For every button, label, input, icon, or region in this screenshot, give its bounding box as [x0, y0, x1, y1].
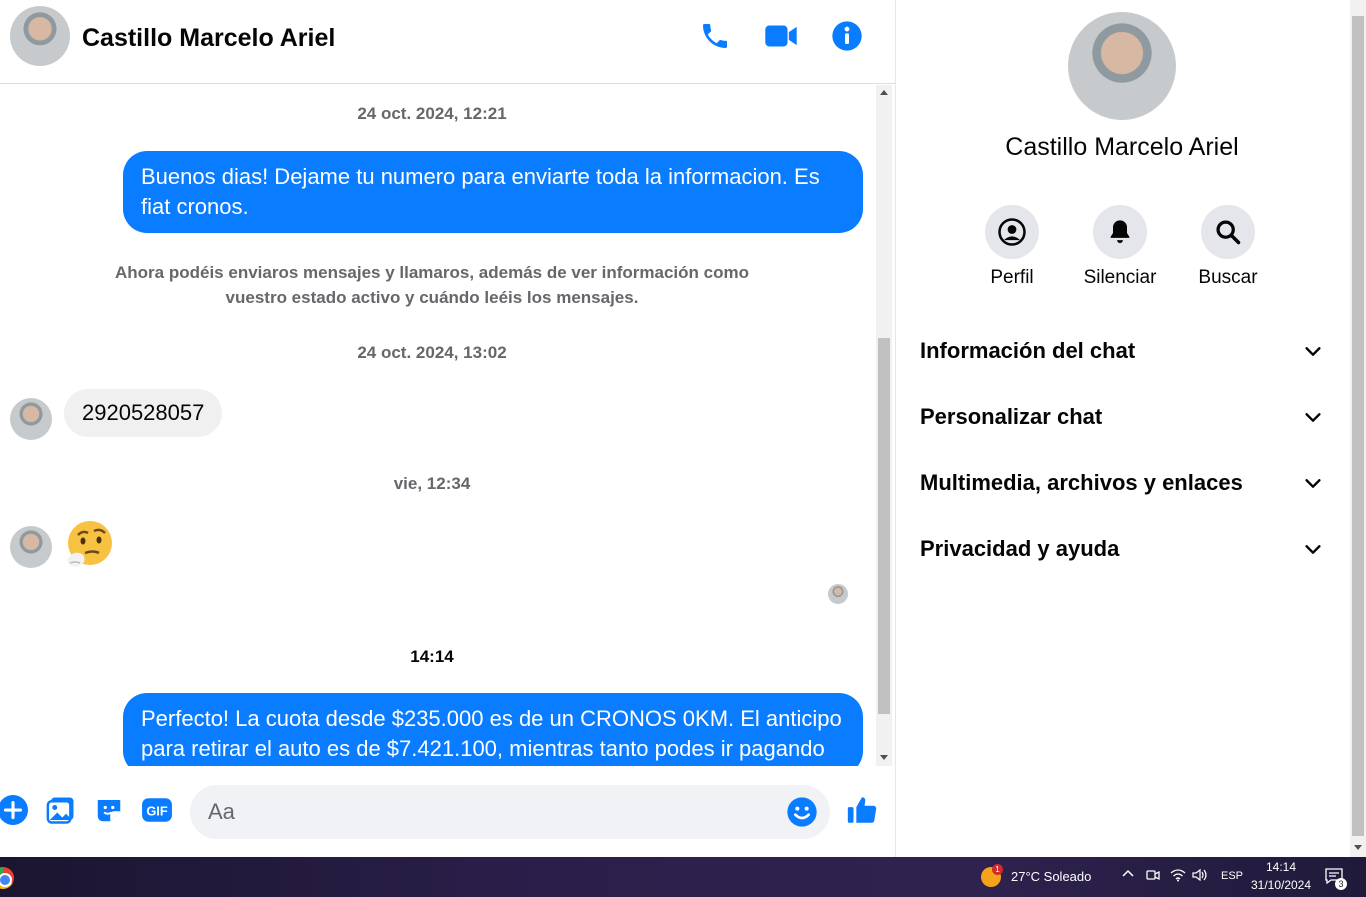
video-call-icon[interactable] — [763, 18, 799, 54]
section-chat-info[interactable]: Información del chat — [920, 329, 1324, 373]
chat-header: Castillo Marcelo Ariel — [0, 0, 895, 84]
bell-icon[interactable] — [1093, 205, 1147, 259]
outgoing-message[interactable]: Buenos dias! Dejame tu numero para envia… — [123, 151, 863, 233]
message-list[interactable]: 24 oct. 2024, 12:21 Buenos dias! Dejame … — [0, 85, 876, 766]
chevron-down-icon — [1305, 479, 1321, 488]
taskbar: 1 27°C Soleado ESP 14:14 31/10/2024 3 — [0, 857, 1366, 897]
seen-indicator-avatar — [828, 584, 848, 604]
mute-action[interactable]: Silenciar — [1075, 205, 1165, 289]
page-scrollbar[interactable] — [1350, 0, 1366, 857]
search-icon[interactable] — [1201, 205, 1255, 259]
meet-now-icon[interactable] — [1146, 868, 1160, 885]
gif-icon[interactable]: GIF — [141, 794, 173, 826]
sticker-icon[interactable] — [93, 794, 125, 826]
message-timestamp: 24 oct. 2024, 13:02 — [357, 343, 507, 362]
scroll-down-arrow[interactable] — [880, 755, 888, 760]
volume-icon[interactable] — [1192, 868, 1208, 885]
conversation-info-panel: Castillo Marcelo Ariel Perfil Silenciar … — [896, 0, 1350, 857]
messenger-window: Castillo Marcelo Ariel 24 oct. 2024, 12:… — [0, 0, 1366, 857]
sender-avatar[interactable] — [10, 526, 52, 568]
profile-avatar[interactable] — [1068, 12, 1176, 120]
section-label: Personalizar chat — [920, 404, 1103, 429]
section-label: Privacidad y ayuda — [920, 536, 1120, 561]
profile-name: Castillo Marcelo Ariel — [1005, 133, 1239, 161]
message-scrollbar[interactable] — [876, 85, 892, 766]
composer-bar: GIF — [0, 766, 895, 857]
chevron-down-icon — [1305, 413, 1321, 422]
section-privacy-help[interactable]: Privacidad y ayuda — [920, 527, 1324, 571]
language-indicator[interactable]: ESP — [1221, 870, 1243, 882]
contact-avatar[interactable] — [10, 6, 70, 66]
system-notice: Ahora podéis enviaros mensajes y llamaro… — [115, 263, 749, 307]
clock-date[interactable]: 31/10/2024 — [1250, 878, 1312, 892]
user-circle-icon[interactable] — [985, 205, 1039, 259]
chevron-up-icon[interactable] — [1121, 866, 1135, 883]
svg-text:GIF: GIF — [146, 803, 168, 818]
message-timestamp: 24 oct. 2024, 12:21 — [357, 104, 507, 123]
mute-action-label: Silenciar — [1083, 267, 1157, 288]
sender-avatar[interactable] — [10, 398, 52, 440]
section-media-files-links[interactable]: Multimedia, archivos y enlaces — [920, 461, 1324, 505]
profile-action-label: Perfil — [990, 267, 1034, 288]
page-scroll-thumb[interactable] — [1352, 16, 1364, 836]
emoji-picker-icon[interactable] — [786, 796, 818, 828]
add-plus-icon[interactable] — [0, 794, 29, 826]
section-label: Multimedia, archivos y enlaces — [920, 470, 1243, 495]
contact-name[interactable]: Castillo Marcelo Ariel — [82, 24, 335, 53]
chevron-down-icon — [1305, 347, 1321, 356]
wifi-icon[interactable] — [1170, 868, 1186, 885]
weather-alert-badge: 1 — [992, 864, 1003, 875]
section-customize-chat[interactable]: Personalizar chat — [920, 395, 1324, 439]
message-timestamp: 14:14 — [410, 647, 454, 666]
weather-text[interactable]: 27°C Soleado — [1011, 869, 1091, 884]
scroll-up-arrow[interactable] — [880, 90, 888, 95]
outgoing-message[interactable]: Perfecto! La cuota desde $235.000 es de … — [123, 693, 863, 766]
search-action-label: Buscar — [1198, 267, 1258, 288]
chevron-down-icon — [1305, 545, 1321, 554]
incoming-message[interactable]: 2920528057 — [64, 389, 223, 437]
thumbs-up-icon[interactable] — [844, 792, 880, 828]
image-gallery-icon[interactable] — [45, 794, 77, 826]
thinking-face-emoji[interactable] — [64, 520, 114, 570]
phone-call-icon[interactable] — [697, 18, 733, 54]
scroll-thumb[interactable] — [878, 338, 890, 714]
notification-count-badge: 3 — [1335, 878, 1347, 890]
section-label: Información del chat — [920, 338, 1136, 363]
chrome-icon[interactable] — [0, 867, 14, 889]
message-timestamp: vie, 12:34 — [393, 474, 471, 493]
profile-action[interactable]: Perfil — [967, 205, 1057, 289]
message-input[interactable] — [190, 785, 830, 839]
info-icon[interactable] — [829, 18, 865, 54]
page-scroll-down-arrow[interactable] — [1354, 845, 1362, 850]
search-action[interactable]: Buscar — [1183, 205, 1273, 289]
clock-time[interactable]: 14:14 — [1252, 860, 1310, 874]
